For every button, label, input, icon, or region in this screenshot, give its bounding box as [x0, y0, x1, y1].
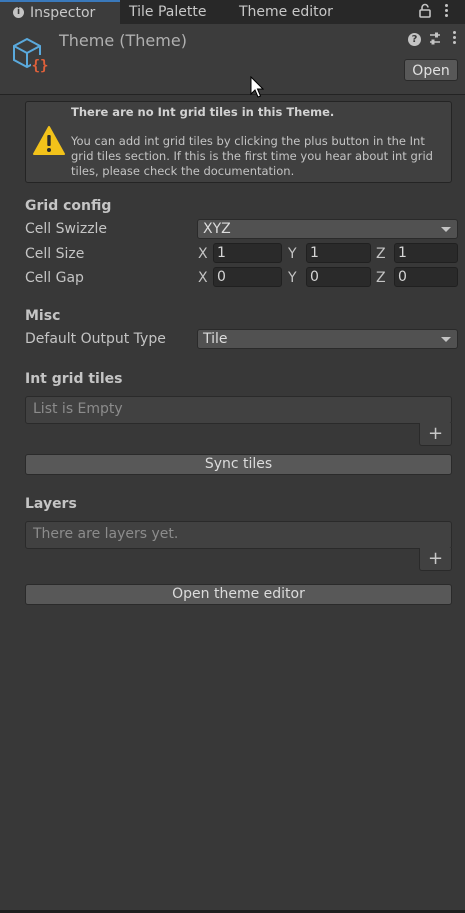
mouse-cursor-icon	[250, 75, 266, 100]
theme-asset-icon: {}	[11, 36, 51, 76]
help-box: There are no Int grid tiles in this Them…	[25, 101, 452, 183]
int-grid-tiles-empty-text: List is Empty	[33, 401, 123, 417]
help-title: There are no Int grid tiles in this Them…	[71, 105, 335, 119]
cell-size-x-field[interactable]: 1	[213, 243, 282, 263]
tab-inspector-label: Inspector	[30, 5, 96, 21]
int-grid-tiles-heading: Int grid tiles	[25, 371, 123, 387]
open-button[interactable]: Open	[404, 59, 458, 81]
cell-size-z-label: Z	[376, 246, 386, 262]
tab-inspector[interactable]: i Inspector	[0, 0, 120, 24]
add-layer-button[interactable]: +	[419, 548, 452, 571]
sync-tiles-button[interactable]: Sync tiles	[25, 454, 452, 475]
layers-list: There are layers yet.	[25, 521, 452, 549]
layers-heading: Layers	[25, 496, 77, 512]
default-output-type-dropdown[interactable]: Tile	[197, 329, 458, 349]
cell-gap-x-field[interactable]: 0	[213, 267, 282, 287]
tab-tile-palette[interactable]: Tile Palette	[129, 0, 206, 24]
int-grid-tiles-list: List is Empty	[25, 396, 452, 424]
cell-swizzle-value: XYZ	[203, 221, 231, 237]
tab-theme-editor[interactable]: Theme editor	[239, 0, 333, 24]
cell-size-y-field[interactable]: 1	[306, 243, 371, 263]
help-icon[interactable]: ?	[408, 33, 421, 46]
misc-heading: Misc	[25, 308, 61, 324]
preset-settings-icon[interactable]	[428, 31, 442, 47]
cell-gap-x-label: X	[198, 270, 208, 286]
asset-title: Theme (Theme)	[59, 31, 187, 50]
kebab-menu-icon[interactable]	[440, 2, 452, 20]
asset-icon-braces: {}	[32, 58, 49, 74]
cell-size-y-label: Y	[288, 246, 297, 262]
lock-icon[interactable]	[418, 3, 432, 19]
chevron-down-icon	[441, 227, 451, 232]
kebab-menu-icon[interactable]	[449, 29, 459, 47]
cell-size-x-label: X	[198, 246, 208, 262]
help-message: You can add int grid tiles by clicking t…	[71, 134, 433, 178]
cell-gap-y-field[interactable]: 0	[306, 267, 371, 287]
inspector-header: {} Theme (Theme) ? Open	[0, 24, 465, 95]
cell-swizzle-dropdown[interactable]: XYZ	[197, 219, 458, 239]
grid-config-heading: Grid config	[25, 198, 112, 214]
layers-empty-text: There are layers yet.	[33, 526, 179, 542]
cell-swizzle-label: Cell Swizzle	[25, 221, 108, 237]
default-output-type-label: Default Output Type	[25, 331, 166, 347]
info-icon: i	[13, 7, 24, 18]
cell-gap-z-field[interactable]: 0	[394, 267, 458, 287]
cell-gap-z-label: Z	[376, 270, 386, 286]
add-int-grid-tile-button[interactable]: +	[419, 423, 452, 446]
open-theme-editor-button[interactable]: Open theme editor	[25, 584, 452, 605]
plus-icon: +	[427, 423, 444, 444]
plus-icon: +	[427, 548, 444, 569]
chevron-down-icon	[441, 337, 451, 342]
default-output-type-value: Tile	[203, 331, 228, 347]
cell-size-label: Cell Size	[25, 246, 85, 262]
cell-size-z-field[interactable]: 1	[394, 243, 458, 263]
cell-gap-label: Cell Gap	[25, 270, 84, 286]
cell-gap-y-label: Y	[288, 270, 297, 286]
warning-icon	[32, 125, 66, 157]
